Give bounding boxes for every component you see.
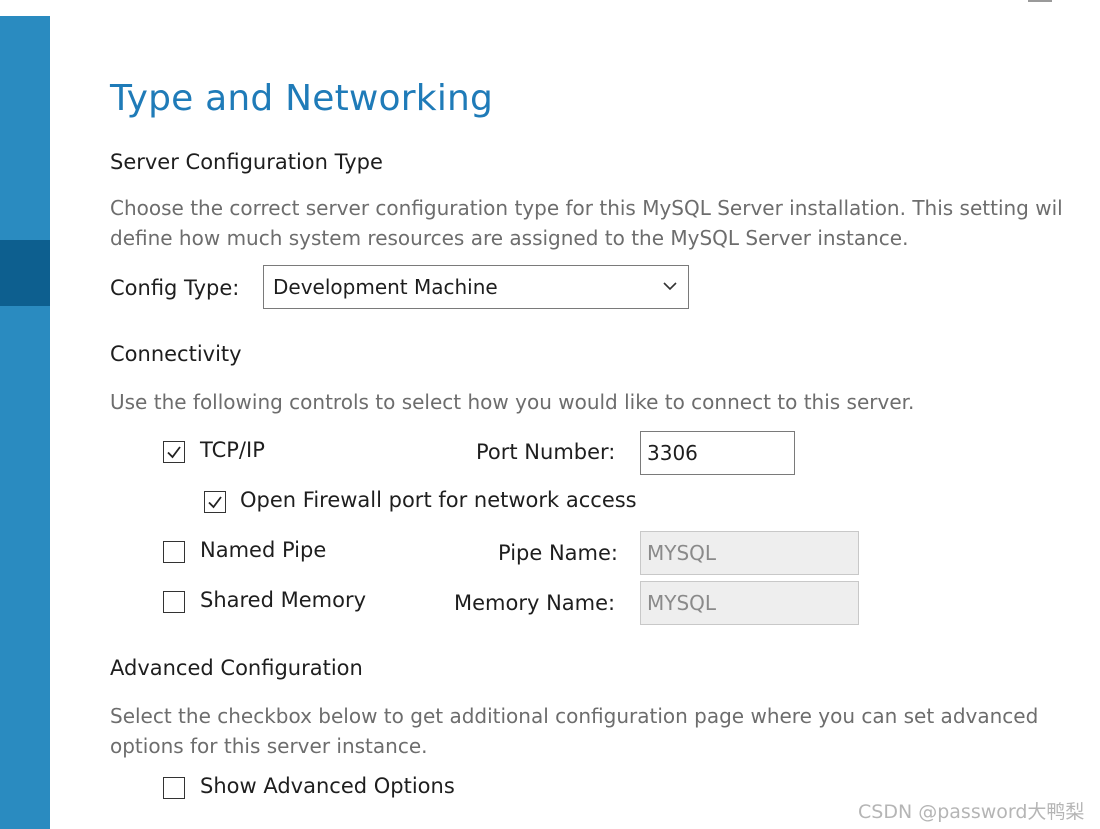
tcpip-label[interactable]: TCP/IP bbox=[200, 438, 265, 462]
advanced-config-heading: Advanced Configuration bbox=[110, 656, 363, 680]
port-number-input[interactable] bbox=[641, 432, 794, 474]
watermark: CSDN @password大鸭梨 bbox=[858, 801, 1085, 823]
advanced-config-description-line1: Select the checkbox below to get additio… bbox=[110, 704, 1039, 728]
named-pipe-label[interactable]: Named Pipe bbox=[200, 538, 326, 562]
window-control-edge bbox=[1028, 0, 1052, 2]
connectivity-description: Use the following controls to select how… bbox=[110, 390, 915, 414]
checkmark-icon bbox=[208, 496, 222, 509]
firewall-label[interactable]: Open Firewall port for network access bbox=[240, 488, 637, 512]
memory-name-label: Memory Name: bbox=[454, 591, 616, 615]
firewall-checkbox[interactable] bbox=[204, 491, 226, 513]
pipe-name-input bbox=[641, 532, 858, 574]
port-number-field[interactable] bbox=[640, 431, 795, 475]
advanced-config-description-line2: options for this server instance. bbox=[110, 734, 428, 758]
shared-memory-label[interactable]: Shared Memory bbox=[200, 588, 366, 612]
config-type-dropdown[interactable]: Development Machine bbox=[263, 265, 689, 309]
connectivity-heading: Connectivity bbox=[110, 342, 242, 366]
chevron-down-icon bbox=[663, 282, 677, 291]
memory-name-input bbox=[641, 582, 858, 624]
installer-page: Type and Networking Server Configuration… bbox=[0, 0, 1100, 829]
server-config-heading: Server Configuration Type bbox=[110, 150, 383, 174]
show-advanced-checkbox[interactable] bbox=[163, 777, 185, 799]
memory-name-field bbox=[640, 581, 859, 625]
pipe-name-label: Pipe Name: bbox=[498, 541, 618, 565]
config-type-label: Config Type: bbox=[110, 276, 240, 300]
named-pipe-checkbox[interactable] bbox=[163, 541, 185, 563]
server-config-description-line2: define how much system resources are ass… bbox=[110, 226, 909, 250]
shared-memory-checkbox[interactable] bbox=[163, 591, 185, 613]
port-number-label: Port Number: bbox=[476, 440, 616, 464]
page-title: Type and Networking bbox=[110, 78, 494, 119]
show-advanced-label[interactable]: Show Advanced Options bbox=[200, 774, 455, 798]
tcpip-checkbox[interactable] bbox=[163, 441, 185, 463]
pipe-name-field bbox=[640, 531, 859, 575]
checkmark-icon bbox=[167, 446, 181, 459]
sidebar bbox=[0, 16, 50, 829]
server-config-description-line1: Choose the correct server configuration … bbox=[110, 196, 1063, 220]
sidebar-active-step[interactable] bbox=[0, 240, 50, 306]
config-type-value: Development Machine bbox=[273, 275, 498, 299]
